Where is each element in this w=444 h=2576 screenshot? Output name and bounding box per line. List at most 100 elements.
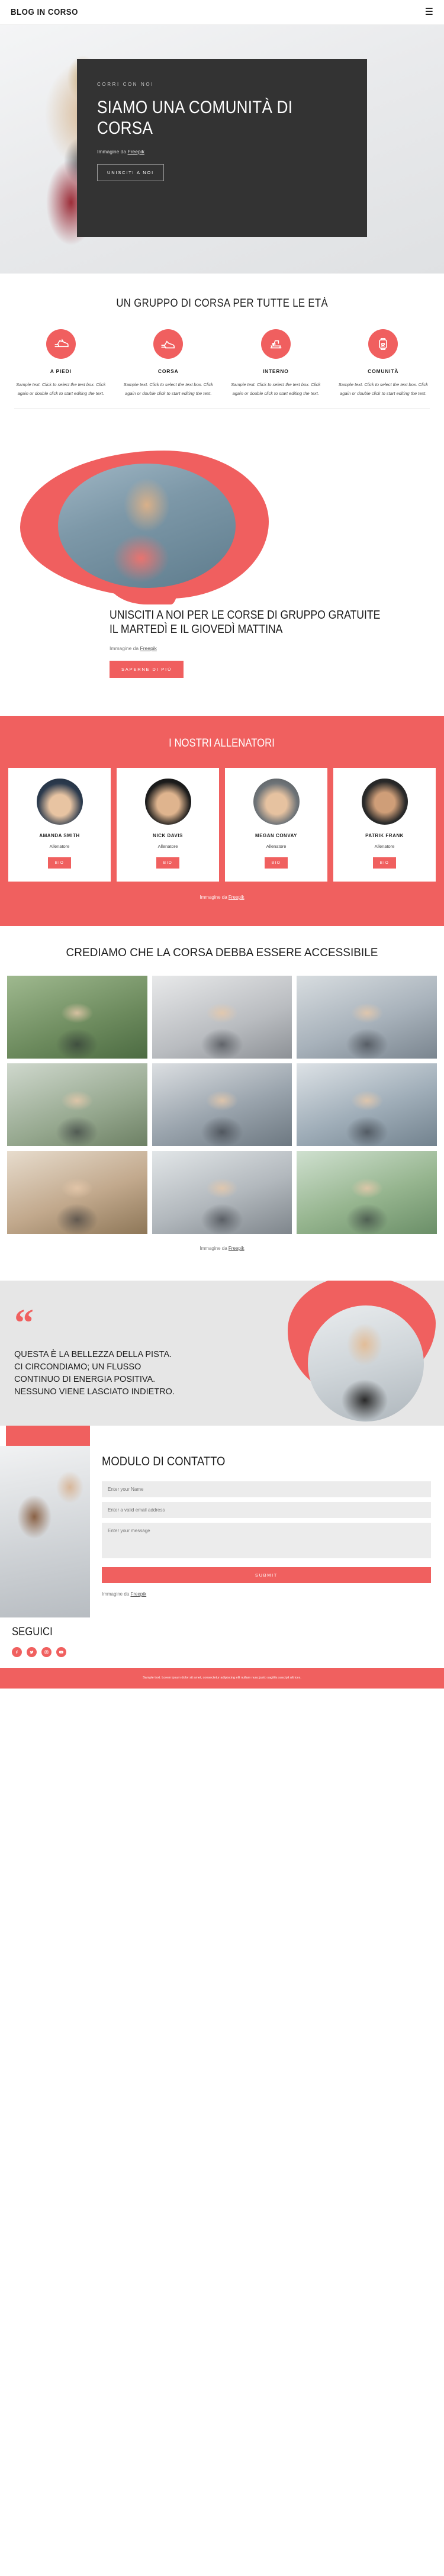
feature-name: CORSA [157, 368, 179, 374]
social-links [12, 1647, 432, 1658]
trainer-name: PATRIK FRANK [365, 832, 404, 838]
gallery-title: CREDIAMO CHE LA CORSA DEBBA ESSERE ACCES… [66, 946, 378, 959]
gallery-photo[interactable] [152, 975, 292, 1059]
quote-section: “ QUESTA È LA BELLEZZA DELLA PISTA. CI C… [0, 1280, 444, 1426]
features-section: UN GRUPPO DI CORSA PER TUTTE LE ETÀ A PI… [0, 274, 444, 430]
site-header: BLOG IN CORSO ☰ [0, 0, 444, 25]
gallery-photo[interactable] [7, 1150, 147, 1234]
hero-card: CORRI CON NOI SIAMO UNA COMUNITÀ DI CORS… [77, 59, 367, 237]
avatar [36, 778, 83, 825]
about-section: UNISCITI A NOI PER LE CORSE DI GRUPPO GR… [0, 430, 444, 716]
quote-photo [308, 1305, 424, 1422]
feature-card: CORSA Sample text. Click to select the t… [116, 329, 221, 398]
instagram-icon[interactable] [41, 1647, 52, 1658]
contact-credit-link[interactable]: Freepik [130, 1591, 146, 1597]
trainers-credit-link[interactable]: Freepik [229, 895, 244, 900]
hero-image-credit: Immagine da Freepik [97, 149, 347, 155]
about-image-credit: Immagine da Freepik [110, 645, 430, 651]
about-visual [7, 451, 437, 604]
feature-name: COMUNITÀ [368, 368, 399, 374]
gallery-photo[interactable] [7, 975, 147, 1059]
site-logo[interactable]: BLOG IN CORSO [11, 7, 78, 17]
hero-title: SIAMO UNA COMUNITÀ DI CORSA [97, 98, 293, 138]
hamburger-icon[interactable]: ☰ [425, 7, 433, 17]
gallery-photo[interactable] [7, 1063, 147, 1146]
facebook-icon[interactable] [12, 1647, 22, 1658]
trainers-section: I NOSTRI ALLENATORI AMANDA SMITH Allenat… [0, 715, 444, 926]
gallery-grid [0, 975, 444, 1234]
gallery-photo[interactable] [152, 1150, 292, 1234]
about-cta-button[interactable]: SAPERNE DI PIÙ [110, 660, 184, 678]
follow-section: SEGUICI [0, 1617, 444, 1668]
email-field[interactable] [102, 1501, 431, 1518]
trainers-title: I NOSTRI ALLENATORI [169, 737, 275, 750]
feature-desc: Sample text. Click to select the text bo… [16, 382, 106, 396]
gallery-credit-link[interactable]: Freepik [229, 1246, 244, 1251]
feature-card: INTERNO Sample text. Click to select the… [223, 329, 329, 398]
contact-form: MODULO DI CONTATTO Submit Immagine da Fr… [90, 1426, 444, 1617]
page-root: BLOG IN CORSO ☰ CORRI CON NOI SIAMO UNA … [0, 0, 444, 1689]
avatar [361, 778, 408, 825]
contact-image-credit: Immagine da Freepik [102, 1591, 431, 1597]
trainer-bio-button[interactable]: BIO [156, 857, 180, 869]
contact-photo [0, 1446, 90, 1618]
gallery-photo[interactable] [297, 975, 437, 1059]
accent-bar [6, 1426, 90, 1446]
gallery-photo[interactable] [152, 1063, 292, 1146]
hero-credit-link[interactable]: Freepik [128, 149, 144, 155]
footer-text: Sample text. Lorem ipsum dolor sit amet,… [143, 1676, 301, 1680]
gallery-credit-prefix: Immagine da [200, 1245, 229, 1251]
feature-desc: Sample text. Click to select the text bo… [123, 382, 213, 396]
trainer-role: Allenatore [157, 843, 178, 849]
about-title: UNISCITI A NOI PER LE CORSE DI GRUPPO GR… [110, 609, 381, 636]
trainer-name: AMANDA SMITH [39, 832, 80, 838]
trainer-card: AMANDA SMITH Allenatore BIO [8, 767, 111, 882]
quote-mark-icon: “ [14, 1301, 34, 1345]
gallery-photo[interactable] [297, 1063, 437, 1146]
trainer-role: Allenatore [374, 843, 395, 849]
about-copy: UNISCITI A NOI PER LE CORSE DI GRUPPO GR… [0, 608, 444, 678]
feature-card: COMUNITÀ Sample text. Click to select th… [331, 329, 436, 398]
trainer-bio-button[interactable]: BIO [264, 857, 288, 869]
message-field[interactable] [102, 1522, 431, 1558]
smartwatch-heart-icon [368, 329, 398, 359]
submit-button[interactable]: Submit [102, 1567, 431, 1583]
features-title: UN GRUPPO DI CORSA PER TUTTE LE ETÀ [116, 297, 328, 310]
trainer-bio-button[interactable]: BIO [372, 857, 397, 869]
trainer-name: NICK DAVIS [153, 832, 183, 838]
name-field[interactable] [102, 1481, 431, 1497]
about-photo [58, 464, 236, 588]
trainer-bio-button[interactable]: BIO [47, 857, 72, 869]
hero-credit-prefix: Immagine da [97, 148, 128, 155]
twitter-icon[interactable] [27, 1647, 37, 1658]
contact-section: MODULO DI CONTATTO Submit Immagine da Fr… [0, 1426, 444, 1618]
hero-section: CORRI CON NOI SIAMO UNA COMUNITÀ DI CORS… [0, 25, 444, 274]
about-credit-link[interactable]: Freepik [140, 645, 157, 651]
quote-text: QUESTA È LA BELLEZZA DELLA PISTA. CI CIR… [14, 1350, 175, 1397]
trainer-role: Allenatore [49, 843, 70, 849]
feature-desc: Sample text. Click to select the text bo… [231, 382, 321, 396]
trainer-card: MEGAN CONVAY Allenatore BIO [225, 767, 327, 882]
contact-visual [0, 1426, 90, 1618]
youtube-icon[interactable] [56, 1647, 66, 1658]
hero-eyebrow: CORRI CON NOI [97, 82, 155, 87]
running-shoe-icon [46, 329, 76, 359]
trainer-role: Allenatore [266, 843, 287, 849]
avatar [144, 778, 191, 825]
site-footer: Sample text. Lorem ipsum dolor sit amet,… [0, 1668, 444, 1689]
gallery-section: CREDIAMO CHE LA CORSA DEBBA ESSERE ACCES… [0, 926, 444, 1265]
feature-name: A PIEDI [50, 368, 72, 374]
trainer-card: PATRIK FRANK Allenatore BIO [333, 767, 436, 882]
feature-desc: Sample text. Click to select the text bo… [338, 382, 428, 396]
hero-cta-button[interactable]: UNISCITI A NOI [97, 163, 164, 181]
feature-name: INTERNO [262, 368, 289, 374]
trainers-credit-prefix: Immagine da [200, 894, 229, 900]
trainer-card: NICK DAVIS Allenatore BIO [117, 767, 219, 882]
contact-title: MODULO DI CONTATTO [102, 1455, 226, 1469]
features-grid: A PIEDI Sample text. Click to select the… [0, 329, 444, 398]
gallery-photo[interactable] [297, 1150, 437, 1234]
trainer-name: MEGAN CONVAY [255, 832, 297, 838]
trainers-image-credit: Immagine da Freepik [0, 895, 444, 900]
sneaker-icon [153, 329, 184, 359]
trainers-grid: AMANDA SMITH Allenatore BIO NICK DAVIS A… [0, 767, 444, 882]
